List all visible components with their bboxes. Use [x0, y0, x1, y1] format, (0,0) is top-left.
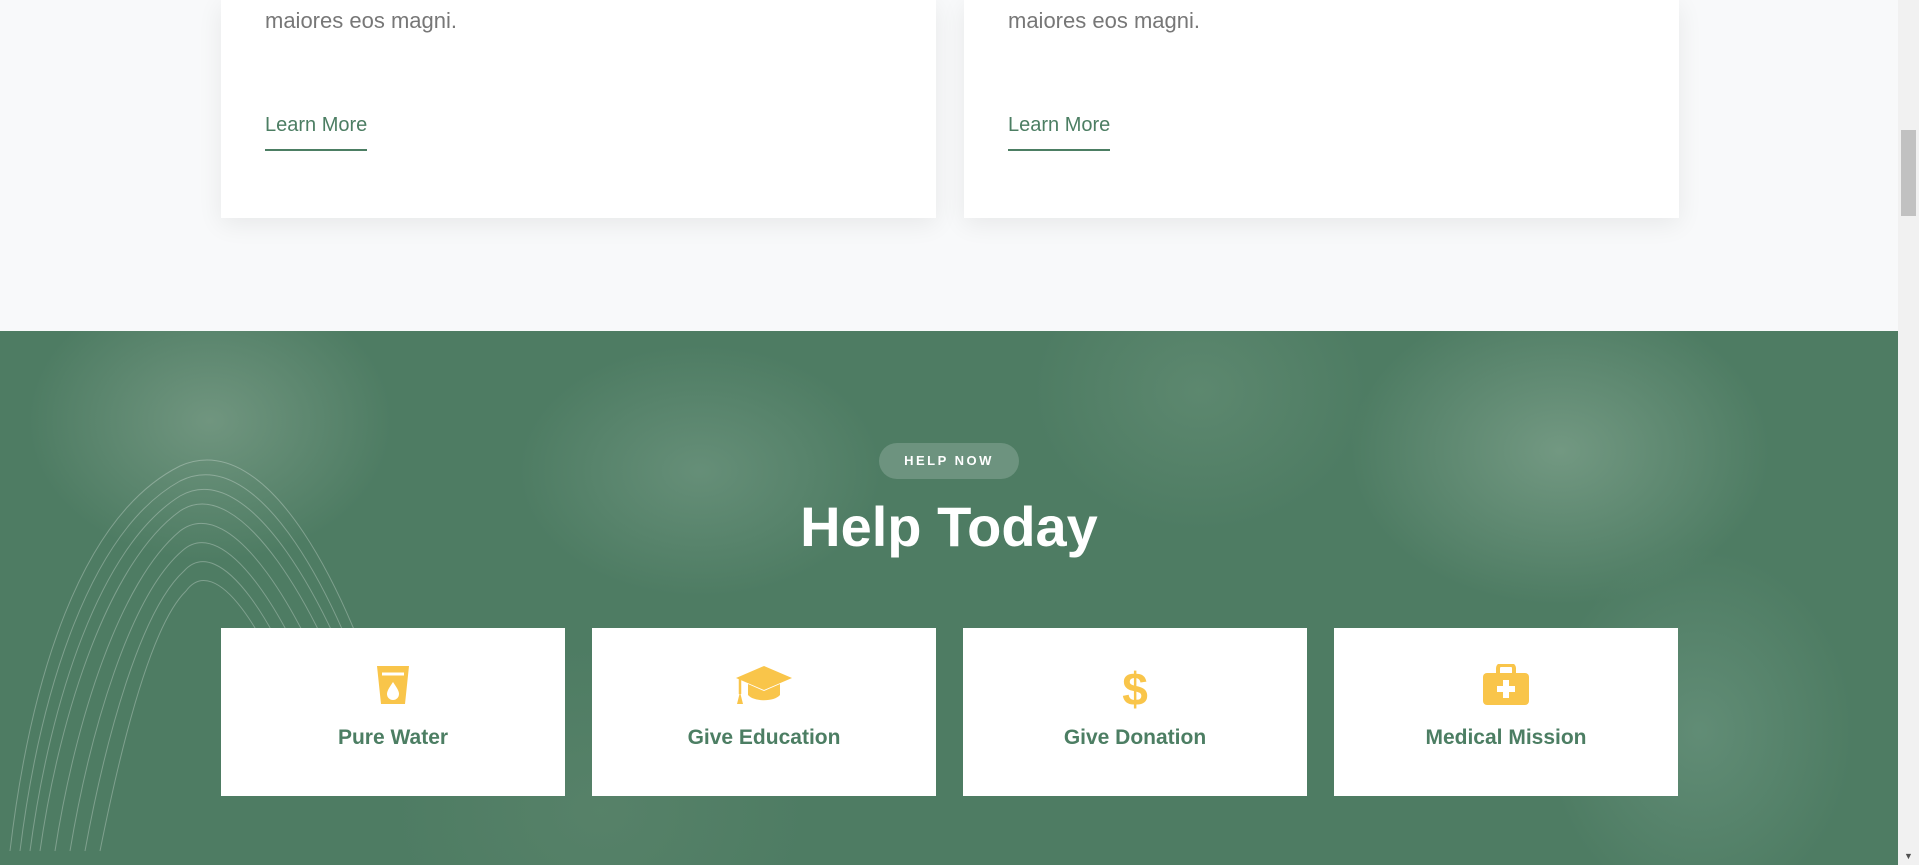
medical-kit-icon — [1334, 664, 1678, 708]
card-description: minima dignissimos hic mollitia eius et … — [265, 8, 457, 33]
vertical-scrollbar[interactable]: ▼ — [1898, 0, 1919, 865]
svg-text:$: $ — [1122, 664, 1148, 710]
graduation-cap-icon — [592, 664, 936, 708]
help-card-label: Medical Mission — [1425, 726, 1587, 749]
learn-more-link[interactable]: Learn More — [1008, 114, 1111, 151]
scrollbar-thumb[interactable] — [1901, 130, 1916, 216]
help-card-give-donation[interactable]: $ Give Donation — [963, 628, 1307, 796]
help-card-medical-mission[interactable]: Medical Mission — [1334, 628, 1678, 796]
help-card-pure-water[interactable]: Pure Water — [221, 628, 565, 796]
card-description: minima dignissimos hic mollitia eius et … — [1008, 8, 1200, 33]
scroll-down-arrow-icon[interactable]: ▼ — [1898, 848, 1919, 865]
causes-section: minima dignissimos hic mollitia eius et … — [0, 0, 1898, 331]
help-card-label: Give Education — [687, 726, 841, 749]
help-now-badge: HELP NOW — [879, 443, 1019, 479]
cause-card: minima dignissimos hic mollitia eius et … — [221, 0, 936, 218]
help-card-give-education[interactable]: Give Education — [592, 628, 936, 796]
learn-more-link[interactable]: Learn More — [265, 114, 368, 151]
dollar-icon: $ — [963, 664, 1307, 710]
help-card-label: Give Donation — [1063, 726, 1207, 749]
glass-water-icon — [221, 664, 565, 708]
help-card-label: Pure Water — [337, 726, 449, 749]
section-title: Help Today — [800, 495, 1098, 558]
cause-card: minima dignissimos hic mollitia eius et … — [964, 0, 1679, 218]
help-section: HELP NOW Help Today Pure Water Give Educ… — [0, 331, 1898, 865]
